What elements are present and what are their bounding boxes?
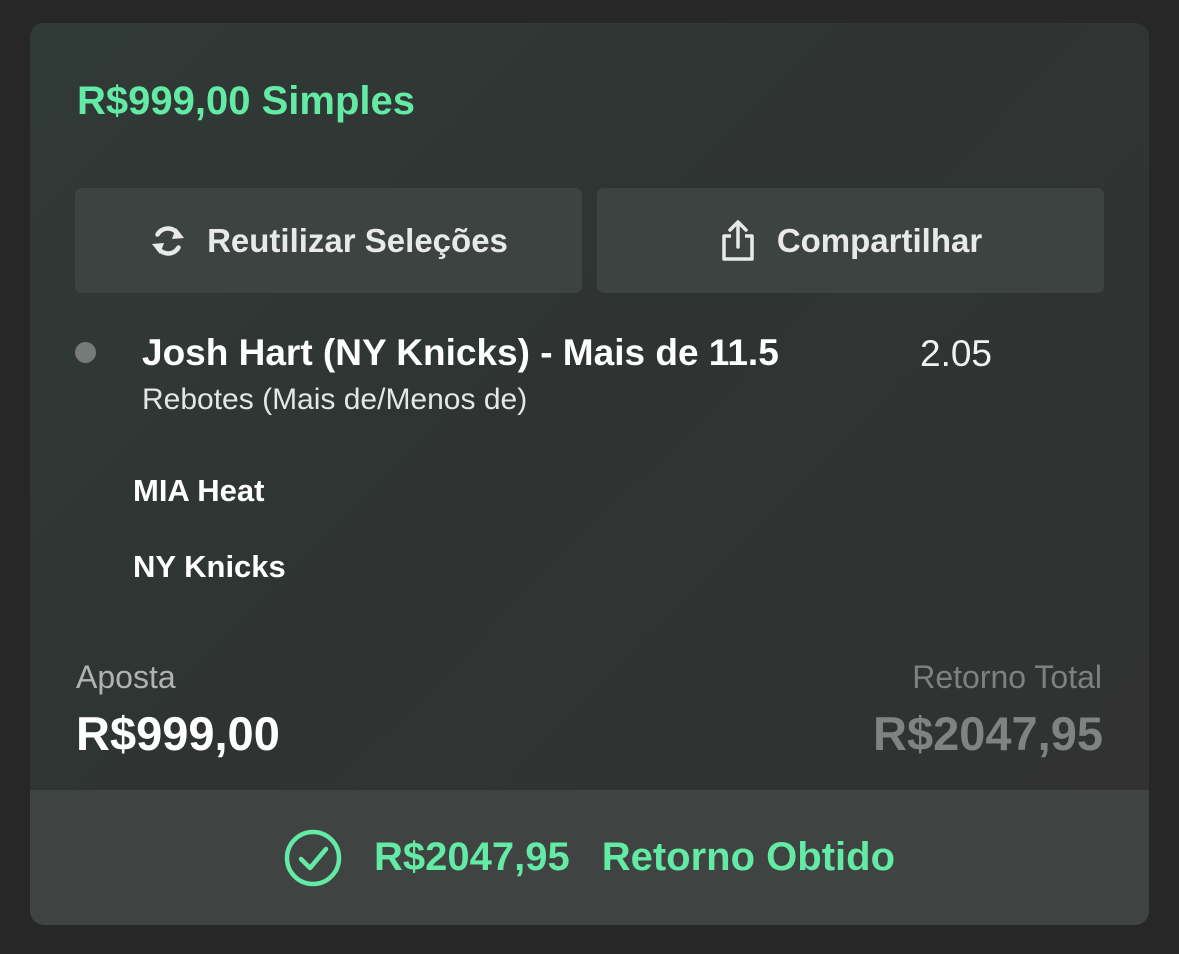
bet-card: R$999,00 Simples Reutilizar Seleções Com… xyxy=(30,23,1149,925)
return-obtained-banner: R$2047,95 Retorno Obtido xyxy=(30,790,1149,925)
reuse-selections-button[interactable]: Reutilizar Seleções xyxy=(75,188,582,293)
share-label: Compartilhar xyxy=(776,221,983,259)
selection-status-dot xyxy=(75,342,96,363)
share-icon xyxy=(719,219,757,261)
bet-title: R$999,00 Simples xyxy=(77,79,415,123)
selection-odds: 2.05 xyxy=(920,333,993,374)
return-obtained-label: Retorno Obtido xyxy=(601,835,895,879)
refresh-icon xyxy=(149,221,187,261)
selection-market: Rebotes (Mais de/Menos de) xyxy=(142,383,528,416)
stake-value: R$999,00 xyxy=(76,707,280,760)
total-return-label: Retorno Total xyxy=(912,659,1102,695)
share-button[interactable]: Compartilhar xyxy=(597,188,1104,293)
team-home: MIA Heat xyxy=(133,473,265,508)
selection-name: Josh Hart (NY Knicks) - Mais de 11.5 xyxy=(142,332,779,373)
return-obtained-amount: R$2047,95 xyxy=(373,835,570,879)
team-away: NY Knicks xyxy=(133,549,286,584)
total-return-value: R$2047,95 xyxy=(873,707,1103,760)
stake-label: Aposta xyxy=(76,659,176,695)
check-circle-icon xyxy=(284,829,342,887)
reuse-selections-label: Reutilizar Seleções xyxy=(207,221,508,259)
